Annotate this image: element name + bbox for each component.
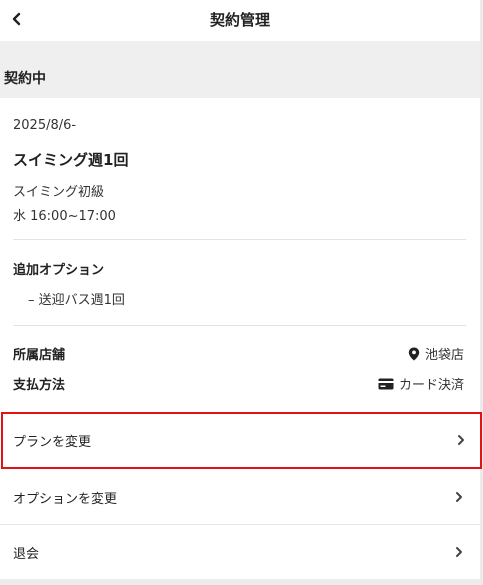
change-option-button[interactable]: オプションを変更: [0, 470, 480, 524]
store-value: 池袋店: [424, 348, 464, 363]
course-name: スイミング初級: [13, 185, 105, 200]
bottom-bar: [0, 579, 480, 585]
chevron-right-icon: [456, 547, 462, 557]
menu-label: オプションを変更: [13, 492, 118, 507]
divider: [13, 325, 466, 326]
payment-label: 支払方法: [13, 378, 66, 393]
store-value-group: 池袋店: [408, 344, 464, 363]
credit-card-icon: [378, 378, 394, 389]
change-plan-button[interactable]: プランを変更: [1, 412, 482, 469]
plan-name: スイミング週1回: [13, 151, 129, 169]
divider: [13, 239, 466, 240]
schedule: 水 16:00~17:00: [13, 209, 116, 224]
cancel-membership-button[interactable]: 退会: [0, 525, 480, 579]
payment-value: カード決済: [398, 378, 464, 393]
header: 契約管理: [0, 0, 480, 41]
contract-management-page: 契約管理 契約中 2025/8/6- スイミング週1回 スイミング初級 水 16…: [0, 0, 483, 585]
section-header: 契約中: [0, 41, 480, 98]
contract-start-date: 2025/8/6-: [13, 118, 77, 133]
page-title: 契約管理: [209, 11, 270, 29]
options-title: 追加オプション: [13, 263, 105, 278]
option-item: – 送迎バス週1回: [28, 293, 125, 308]
chevron-right-icon: [458, 435, 464, 445]
menu-label: プランを変更: [13, 435, 92, 450]
payment-value-group: カード決済: [378, 374, 464, 393]
store-label: 所属店舗: [13, 348, 66, 363]
location-pin-icon: [408, 347, 420, 360]
menu-label: 退会: [13, 547, 40, 562]
chevron-right-icon: [456, 492, 462, 502]
section-title: 契約中: [4, 71, 46, 87]
